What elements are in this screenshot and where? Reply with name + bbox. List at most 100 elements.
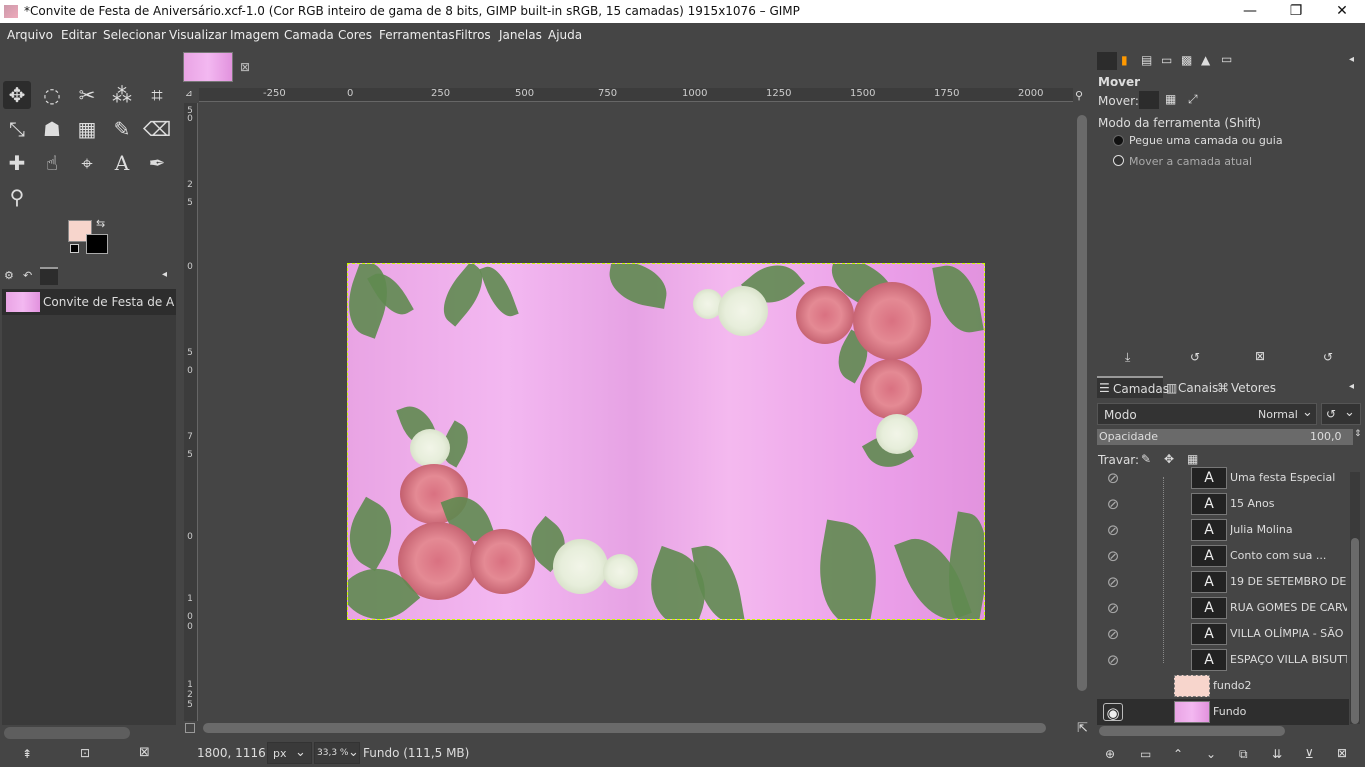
delete-options-icon[interactable]: ⊠ bbox=[1255, 349, 1265, 363]
layer-row[interactable]: ⊘ A19 DE SETEMBRO DE 20 bbox=[1097, 569, 1349, 595]
tab-paths[interactable]: ⌘ Vetores bbox=[1217, 378, 1277, 398]
layer-row[interactable]: ⊘ A 15 Anos bbox=[1097, 491, 1349, 517]
menu-filtros[interactable]: Filtros bbox=[455, 28, 491, 42]
tab-layers[interactable]: ☰ Camadas bbox=[1097, 376, 1169, 398]
zoom-image-icon[interactable]: ⚲ bbox=[1075, 89, 1083, 102]
layer-row[interactable]: ⊘ A Julia Molina bbox=[1097, 517, 1349, 543]
mode-select[interactable]: Modo Normal ⌄ bbox=[1097, 403, 1317, 425]
pick-layer-radio[interactable] bbox=[1113, 135, 1124, 146]
menu-selecionar[interactable]: Selecionar bbox=[103, 28, 166, 42]
layers-scroll-thumb[interactable] bbox=[1351, 538, 1359, 724]
zoom-tool-icon[interactable]: ⚲ bbox=[3, 183, 31, 211]
visibility-off-icon[interactable]: ⊘ bbox=[1103, 625, 1123, 643]
palettes-tab-icon[interactable]: ▭ bbox=[1221, 52, 1232, 66]
vertical-scroll-thumb[interactable] bbox=[1077, 115, 1087, 691]
layers-hscrollbar[interactable] bbox=[1099, 726, 1285, 736]
visibility-off-icon[interactable]: ⊘ bbox=[1103, 521, 1123, 539]
new-layer-group-icon[interactable]: ⊕ bbox=[1105, 747, 1115, 761]
menu-visualizar[interactable]: Visualizar bbox=[169, 28, 227, 42]
gradient-tool-icon[interactable]: ▦ bbox=[73, 115, 101, 143]
visibility-on-icon[interactable]: ◉ bbox=[1103, 703, 1123, 722]
undo-history-tab-icon[interactable]: ↶ bbox=[23, 269, 32, 282]
swap-colors-icon[interactable]: ⇆ bbox=[96, 217, 105, 230]
default-colors-icon[interactable] bbox=[70, 244, 79, 253]
raise-image-icon[interactable]: ⇞ bbox=[22, 747, 32, 761]
ellipse-select-icon[interactable]: ◌ bbox=[38, 81, 66, 109]
navigate-icon[interactable]: ⇱ bbox=[1077, 721, 1088, 736]
menu-arquivo[interactable]: Arquivo bbox=[7, 28, 53, 42]
delete-layer-icon[interactable]: ⊠ bbox=[1337, 746, 1347, 760]
lower-layer-icon[interactable]: ⌄ bbox=[1206, 747, 1216, 761]
visibility-off-icon[interactable]: ⊘ bbox=[1103, 547, 1123, 565]
save-options-icon[interactable]: ⤓ bbox=[1125, 350, 1130, 365]
move-tool-icon[interactable]: ✥ bbox=[3, 81, 31, 109]
move-active-layer-radio[interactable] bbox=[1113, 155, 1124, 166]
unit-select[interactable]: px ⌄ bbox=[267, 742, 312, 764]
menu-ajuda[interactable]: Ajuda bbox=[548, 28, 582, 42]
text-tool-icon[interactable]: A bbox=[108, 149, 136, 177]
move-path-icon[interactable]: ⤢ bbox=[1188, 92, 1198, 107]
reset-options-icon[interactable]: ↺ bbox=[1323, 350, 1333, 364]
zoom-select[interactable]: 33,3 % ⌄ bbox=[314, 742, 360, 764]
device-status-tab-icon[interactable]: ▮ bbox=[1121, 53, 1128, 67]
menu-camada[interactable]: Camada bbox=[284, 28, 334, 42]
smudge-tool-icon[interactable]: ☝ bbox=[38, 149, 66, 177]
images-tab-icon[interactable] bbox=[40, 267, 58, 285]
paths-tool-icon[interactable]: ⌖ bbox=[73, 149, 101, 177]
duplicate-layer-icon[interactable]: ⧉ bbox=[1239, 747, 1248, 762]
visibility-off-icon[interactable]: ⊘ bbox=[1103, 599, 1123, 617]
visibility-off-icon[interactable]: ⊘ bbox=[1103, 495, 1123, 513]
visibility-off-icon[interactable]: ⊘ bbox=[1103, 651, 1123, 669]
image-canvas[interactable] bbox=[347, 263, 985, 620]
lock-position-icon[interactable]: ✥ bbox=[1164, 452, 1174, 466]
lock-alpha-icon[interactable]: ▦ bbox=[1187, 452, 1198, 466]
minimize-button[interactable]: — bbox=[1227, 0, 1273, 23]
delete-image-icon[interactable]: ⊠ bbox=[139, 745, 150, 760]
dock-menu-icon[interactable]: ◂ bbox=[1349, 381, 1354, 392]
dock-menu-icon[interactable]: ◂ bbox=[162, 269, 167, 280]
menu-ferramentas[interactable]: Ferramentas bbox=[379, 28, 455, 42]
canvas-vertical-scrollbar[interactable] bbox=[1075, 103, 1089, 723]
dock-menu-icon[interactable]: ◂ bbox=[1349, 54, 1354, 65]
layer-row[interactable]: fundo2 bbox=[1097, 673, 1349, 699]
image-tab-thumbnail[interactable] bbox=[183, 52, 233, 82]
tab-channels[interactable]: ▥ Canais bbox=[1164, 378, 1218, 398]
mode-reset-button[interactable]: ↺ ⌄ bbox=[1321, 403, 1361, 425]
free-select-icon[interactable]: ✂ bbox=[73, 81, 101, 109]
fuzzy-select-icon[interactable]: ⁂ bbox=[108, 81, 136, 109]
color-picker-icon[interactable]: ✒ bbox=[143, 149, 171, 177]
eraser-tool-icon[interactable]: ⌫ bbox=[143, 115, 171, 143]
brushes-tab-icon[interactable]: ▤ bbox=[1141, 53, 1152, 67]
tool-options-tab-icon[interactable]: ⚙ bbox=[4, 269, 14, 282]
visibility-off-icon[interactable]: ⊘ bbox=[1103, 469, 1123, 487]
restore-options-icon[interactable]: ↺ bbox=[1190, 350, 1200, 364]
close-window-button[interactable]: ✕ bbox=[1319, 0, 1365, 23]
layers-scrollbar[interactable] bbox=[1350, 472, 1360, 724]
layer-row[interactable]: ⊘ A Conto com sua ... bbox=[1097, 543, 1349, 569]
toggle-quickmask-icon[interactable] bbox=[185, 723, 195, 733]
layer-row[interactable]: ⊘ A RUA GOMES DE CARVAI bbox=[1097, 595, 1349, 621]
anchor-layer-icon[interactable]: ⇊ bbox=[1272, 747, 1282, 761]
layer-row-selected[interactable]: ◉ Fundo bbox=[1097, 699, 1349, 725]
image-list-item[interactable]: Convite de Festa de Aniver bbox=[2, 289, 176, 315]
close-image-tab-icon[interactable]: ⊠ bbox=[240, 60, 250, 74]
heal-tool-icon[interactable]: ✚ bbox=[3, 149, 31, 177]
scale-tool-icon[interactable]: ⤡ bbox=[3, 115, 31, 143]
pencil-tool-icon[interactable]: ✎ bbox=[108, 115, 136, 143]
warp-tool-icon[interactable]: ☗ bbox=[38, 115, 66, 143]
raise-layer-icon[interactable]: ⌃ bbox=[1173, 747, 1183, 761]
menu-imagem[interactable]: Imagem bbox=[230, 28, 279, 42]
visibility-off-icon[interactable]: ⊘ bbox=[1103, 573, 1123, 591]
opacity-spin-icon[interactable]: ⇕ bbox=[1354, 429, 1362, 439]
tool-options-tab-icon[interactable] bbox=[1097, 52, 1117, 70]
layer-row[interactable]: ⊘ A VILLA OLÍMPIA - SÃO P bbox=[1097, 621, 1349, 647]
move-layer-icon[interactable] bbox=[1139, 91, 1159, 109]
menu-janelas[interactable]: Janelas bbox=[499, 28, 542, 42]
lock-pixels-icon[interactable]: ✎ bbox=[1141, 452, 1151, 466]
patterns-tab-icon[interactable]: ▭ bbox=[1161, 53, 1172, 67]
crop-tool-icon[interactable]: ⌗ bbox=[143, 81, 171, 109]
move-selection-icon[interactable]: ▦ bbox=[1165, 92, 1176, 106]
maximize-button[interactable]: ❐ bbox=[1273, 0, 1319, 23]
horizontal-scroll-thumb[interactable] bbox=[203, 723, 1046, 733]
new-folder-icon[interactable]: ▭ bbox=[1140, 747, 1151, 761]
